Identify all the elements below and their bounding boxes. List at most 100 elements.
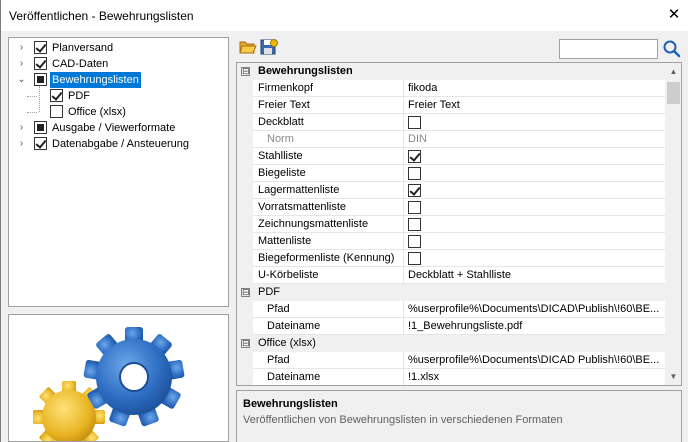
grid-row[interactable]: Biegeliste: [237, 165, 665, 182]
grid-row[interactable]: Dateiname !1_Bewehrungsliste.pdf: [237, 318, 665, 335]
chevron-right-icon[interactable]: ›: [17, 120, 26, 136]
grid-row[interactable]: Mattenliste: [237, 233, 665, 250]
grid-property-value[interactable]: [404, 250, 665, 267]
gear-illustration: [8, 314, 229, 442]
grid-property-name: Dateiname: [253, 369, 404, 385]
navigation-tree: › Planversand › CAD-Daten ⌄ Bewehrungslisten P…: [8, 37, 229, 307]
grid-category[interactable]: ⊟ Bewehrungslisten: [237, 63, 665, 80]
grid-property-name: Norm: [253, 131, 404, 148]
grid-property-value[interactable]: [404, 165, 665, 182]
grid-gutter: ⊟: [237, 335, 253, 352]
grid-property-name: Lagermattenliste: [253, 182, 404, 199]
collapse-icon[interactable]: ⊟: [241, 288, 250, 297]
grid-row[interactable]: Zeichnungsmattenliste: [237, 216, 665, 233]
tree-checkbox[interactable]: [34, 73, 47, 86]
scrollbar-thumb[interactable]: [667, 82, 680, 104]
grid-row[interactable]: Pfad %userprofile%\Documents\DICAD\Publis…: [237, 301, 665, 318]
grid-property-value[interactable]: [404, 182, 665, 199]
grid-gutter: [237, 352, 253, 369]
grid-gutter: [237, 216, 253, 233]
grid-row[interactable]: Freier Text Freier Text: [237, 97, 665, 114]
grid-property-name: Biegeformenliste (Kennung): [253, 250, 404, 267]
chevron-right-icon[interactable]: ›: [17, 40, 26, 56]
tree-connector: [27, 96, 37, 97]
tree-connector: [27, 112, 37, 113]
grid-category-label: Office (xlsx): [253, 335, 665, 352]
tree-item-label: CAD-Daten: [52, 58, 109, 70]
grid-subcategory[interactable]: ⊟ Office (xlsx): [237, 335, 665, 352]
grid-property-value[interactable]: fikoda: [404, 80, 665, 97]
close-button[interactable]: ✕: [663, 4, 685, 26]
search-input[interactable]: [559, 39, 658, 59]
grid-gutter: [237, 182, 253, 199]
grid-property-value[interactable]: [404, 216, 665, 233]
grid-row[interactable]: Vorratsmattenliste: [237, 199, 665, 216]
grid-row[interactable]: Biegeformenliste (Kennung): [237, 250, 665, 267]
property-checkbox[interactable]: [408, 116, 421, 129]
description-title: Bewehrungslisten: [243, 398, 338, 410]
grid-gutter: ⊟: [237, 63, 253, 80]
gears-icon: [33, 327, 185, 441]
grid-property-value[interactable]: %userprofile%\Documents\DICAD Publish\!6…: [404, 352, 665, 369]
scroll-up-icon[interactable]: ▲: [665, 63, 681, 80]
grid-property-value[interactable]: !1.xlsx: [404, 369, 665, 385]
grid-property-name: Stahlliste: [253, 148, 404, 165]
tree-checkbox[interactable]: [34, 137, 47, 150]
grid-row[interactable]: Dateiname !1.xlsx: [237, 369, 665, 385]
grid-row[interactable]: Pfad %userprofile%\Documents\DICAD Publis…: [237, 352, 665, 369]
tree-item-label: Bewehrungslisten: [50, 72, 141, 88]
grid-property-value[interactable]: DIN: [404, 131, 665, 148]
property-checkbox[interactable]: [408, 218, 421, 231]
grid-row[interactable]: Firmenkopf fikoda: [237, 80, 665, 97]
tree-item-label: Planversand: [52, 42, 114, 54]
grid-property-value[interactable]: Deckblatt + Stahlliste: [404, 267, 665, 284]
grid-property-value[interactable]: [404, 199, 665, 216]
grid-property-value[interactable]: [404, 233, 665, 250]
tree-checkbox[interactable]: [50, 89, 63, 102]
grid-property-name: Pfad: [253, 352, 404, 369]
collapse-icon[interactable]: ⊟: [241, 67, 250, 76]
grid-subcategory[interactable]: ⊟ PDF: [237, 284, 665, 301]
chevron-down-icon[interactable]: ⌄: [17, 72, 26, 88]
property-checkbox[interactable]: [408, 252, 421, 265]
grid-row[interactable]: Norm DIN: [237, 131, 665, 148]
grid-gutter: [237, 131, 253, 148]
property-checkbox[interactable]: [408, 201, 421, 214]
folder-open-icon[interactable]: [239, 38, 257, 56]
grid-gutter: [237, 301, 253, 318]
tree-checkbox[interactable]: [34, 57, 47, 70]
grid-gutter: [237, 318, 253, 335]
grid-row[interactable]: Stahlliste: [237, 148, 665, 165]
tree-checkbox[interactable]: [50, 105, 63, 118]
property-checkbox[interactable]: [408, 167, 421, 180]
property-grid: ⊟ Bewehrungslisten Firmenkopf fikoda Freier …: [236, 62, 682, 386]
tree-checkbox[interactable]: [34, 41, 47, 54]
grid-property-value[interactable]: Freier Text: [404, 97, 665, 114]
grid-row[interactable]: U-Körbeliste Deckblatt + Stahlliste: [237, 267, 665, 284]
grid-property-value[interactable]: %userprofile%\Documents\DICAD\Publish\!6…: [404, 301, 665, 318]
grid-property-name: Dateiname: [253, 318, 404, 335]
grid-property-name: Deckblatt: [253, 114, 404, 131]
grid-gutter: [237, 199, 253, 216]
grid-gutter: [237, 267, 253, 284]
grid-gutter: ⊟: [237, 284, 253, 301]
save-icon[interactable]: [260, 38, 278, 56]
property-checkbox[interactable]: [408, 184, 421, 197]
grid-row[interactable]: Deckblatt: [237, 114, 665, 131]
grid-row[interactable]: Lagermattenliste: [237, 182, 665, 199]
scroll-down-icon[interactable]: ▼: [665, 368, 681, 385]
chevron-right-icon[interactable]: ›: [17, 136, 26, 152]
search-icon[interactable]: [661, 38, 683, 60]
tree-checkbox[interactable]: [34, 121, 47, 134]
collapse-icon[interactable]: ⊟: [241, 339, 250, 348]
vertical-scrollbar[interactable]: ▲ ▼: [665, 63, 681, 385]
property-checkbox[interactable]: [408, 150, 421, 163]
chevron-right-icon[interactable]: ›: [17, 56, 26, 72]
tree-connector: [39, 86, 40, 112]
property-checkbox[interactable]: [408, 235, 421, 248]
grid-property-value[interactable]: [404, 114, 665, 131]
tree-item-label: Ausgabe / Viewerformate: [52, 122, 176, 134]
grid-property-name: Pfad: [253, 301, 404, 318]
grid-property-value[interactable]: !1_Bewehrungsliste.pdf: [404, 318, 665, 335]
grid-property-value[interactable]: [404, 148, 665, 165]
